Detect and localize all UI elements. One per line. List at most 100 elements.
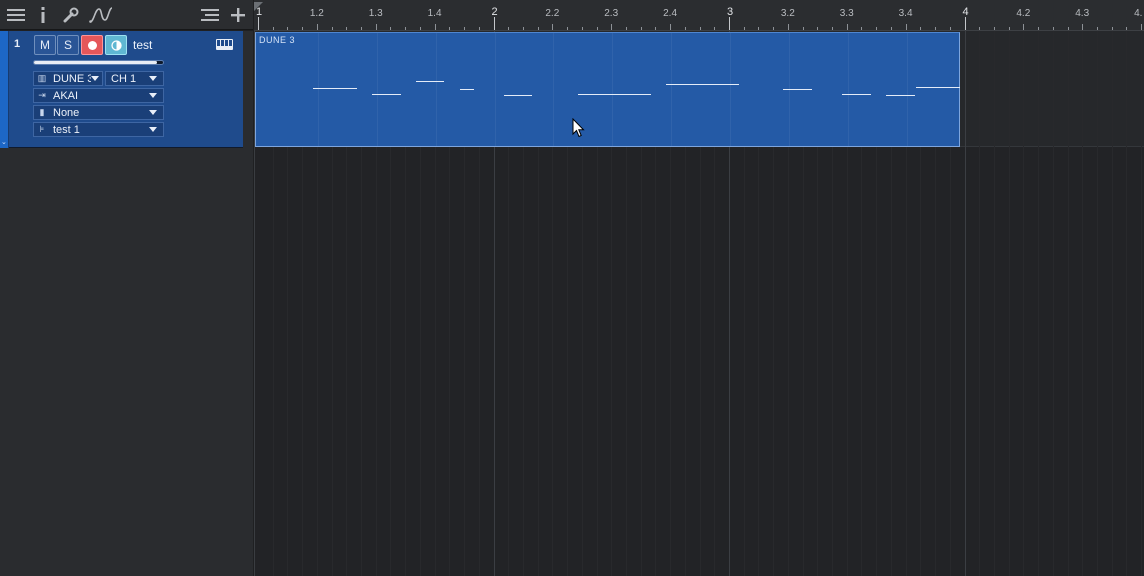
ruler-tick	[743, 27, 745, 30]
ruler-beat-label: 1.3	[368, 8, 383, 19]
ruler-beat-label: 2.3	[604, 8, 619, 19]
ruler-tick	[537, 27, 539, 30]
wrench-icon[interactable]	[62, 3, 80, 27]
dropdown-arrow-icon	[91, 76, 99, 81]
expand-chevron-icon[interactable]: ⌄	[1, 138, 7, 146]
ruler-tick	[449, 27, 451, 30]
event-grid-line	[553, 33, 555, 146]
ruler-beat-label: 4.2	[1016, 8, 1031, 19]
midi-note[interactable]	[578, 94, 651, 95]
keyboard-icon[interactable]	[216, 39, 233, 50]
monitor-button[interactable]	[105, 35, 127, 55]
ruler-tick	[390, 27, 392, 30]
grid-line	[1111, 31, 1113, 576]
ruler-tick	[405, 27, 407, 30]
event-grid-line	[612, 33, 614, 146]
ruler-beat-label: 3.3	[839, 8, 854, 19]
ruler-tick	[832, 27, 834, 30]
ruler-beat-label: 4.	[1134, 8, 1143, 19]
instrument-selector[interactable]: ▥ DUNE 3	[33, 71, 103, 86]
grid-line	[1052, 31, 1054, 576]
pattern-label: test 1	[53, 123, 80, 136]
midi-note[interactable]	[504, 95, 532, 96]
input-selector[interactable]: ⇥ AKAI	[33, 88, 164, 103]
ruler-beat-label: 4.3	[1075, 8, 1090, 19]
event-title: DUNE 3	[259, 35, 296, 45]
ruler-tick	[361, 27, 363, 30]
ruler-tick	[1141, 24, 1143, 30]
channel-selector[interactable]: CH 1	[105, 71, 164, 86]
ruler-tick	[478, 27, 480, 30]
midi-note[interactable]	[842, 94, 871, 95]
ruler-tick	[611, 24, 613, 30]
record-icon	[87, 40, 97, 50]
ruler-tick	[522, 27, 524, 30]
event-grid-line	[435, 33, 437, 146]
list-icon[interactable]	[200, 3, 220, 27]
event-grid-line	[847, 33, 849, 146]
midi-note[interactable]	[416, 81, 444, 82]
ruler-bar-label: 3	[727, 6, 734, 18]
ruler-tick	[419, 27, 421, 30]
ruler-tick	[787, 24, 789, 30]
ruler-tick	[1052, 27, 1054, 30]
track-color-strip[interactable]: ⌄	[0, 31, 9, 148]
midi-note[interactable]	[313, 88, 357, 89]
add-icon[interactable]	[229, 3, 247, 27]
ruler-tick	[1126, 27, 1128, 30]
mute-button[interactable]: M	[34, 35, 56, 55]
grid-line	[1141, 31, 1143, 576]
ruler-tick	[846, 24, 848, 30]
ruler-tick	[596, 27, 598, 30]
midi-note[interactable]	[460, 89, 474, 90]
track-header[interactable]: ⌄ 1 M S test ▥ DUNE 3 CH 1 ⇥ AKAI ▮ None…	[0, 31, 243, 148]
output-selector[interactable]: ▮ None	[33, 105, 164, 120]
ruler-tick	[552, 24, 554, 30]
ruler-tick	[714, 27, 716, 30]
grid-line	[979, 31, 981, 576]
ruler-tick	[1038, 27, 1040, 30]
midi-note[interactable]	[916, 87, 960, 88]
info-icon[interactable]	[36, 3, 50, 27]
midi-event[interactable]: DUNE 3	[255, 32, 960, 147]
ruler-tick	[272, 27, 274, 30]
ruler-tick	[1008, 27, 1010, 30]
ruler-tick	[1111, 27, 1113, 30]
meter-icon: ▮	[39, 107, 45, 117]
ruler-tick	[316, 24, 318, 30]
ruler-beat-label: 1.2	[309, 8, 324, 19]
ruler-bar-label: 1	[256, 6, 263, 18]
ruler-tick	[758, 27, 760, 30]
midi-note[interactable]	[886, 95, 915, 96]
ruler-tick	[640, 27, 642, 30]
mouse-cursor-icon	[572, 118, 585, 138]
ruler-bar-label: 2	[491, 6, 498, 18]
ruler-tick	[1067, 27, 1069, 30]
menu-icon[interactable]	[6, 3, 26, 27]
track-name[interactable]: test	[133, 38, 152, 52]
ruler-tick	[729, 17, 730, 30]
volume-slider[interactable]	[33, 60, 164, 65]
midi-note[interactable]	[666, 84, 739, 85]
pattern-selector[interactable]: ⊧ test 1	[33, 122, 164, 137]
solo-button[interactable]: S	[57, 35, 79, 55]
arrangement-view[interactable]: DUNE 3	[254, 31, 1144, 576]
ruler-tick	[581, 27, 583, 30]
record-arm-button[interactable]	[81, 35, 103, 55]
ruler-tick	[655, 27, 657, 30]
midi-note[interactable]	[783, 89, 812, 90]
midi-note[interactable]	[372, 94, 401, 95]
dropdown-arrow-icon	[149, 127, 157, 132]
ruler-bar-label: 4	[962, 6, 969, 18]
ruler-tick	[684, 27, 686, 30]
ruler-tick	[920, 27, 922, 30]
timeline-ruler[interactable]: 1 2 3 4 1.2 1.3 1.4 2.2 2.3 2.4 3.2 3.3 3.4 4.2 4.3 4.	[254, 0, 1144, 31]
ruler-beat-label: 3.4	[898, 8, 913, 19]
input-label: AKAI	[53, 89, 79, 102]
grid-line	[1038, 31, 1040, 576]
piano-icon: ▥	[37, 73, 47, 83]
ruler-tick	[493, 17, 495, 30]
daw-window: ⌄ 1 M S test ▥ DUNE 3 CH 1 ⇥ AKAI ▮ None…	[0, 0, 1144, 576]
grid-line	[1023, 31, 1025, 576]
automation-curve-icon[interactable]	[88, 3, 114, 27]
